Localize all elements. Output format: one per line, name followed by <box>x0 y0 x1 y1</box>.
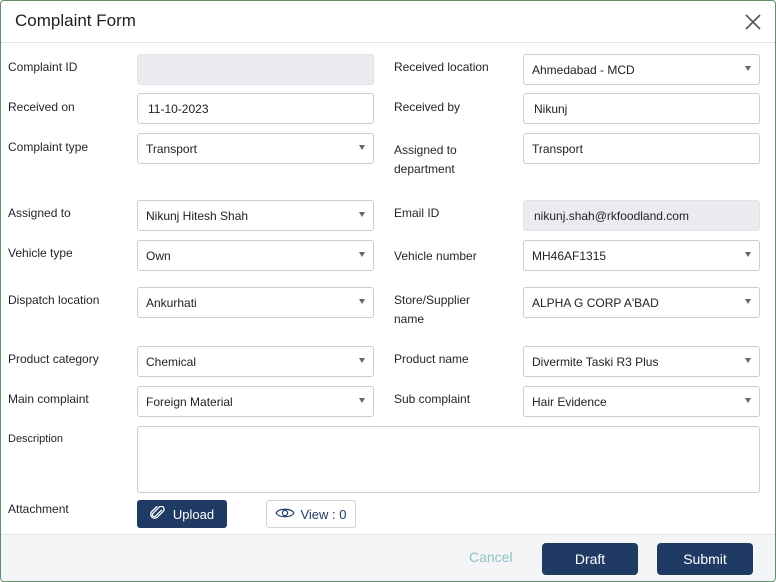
view-button-label: View : 0 <box>300 506 347 522</box>
chevron-down-icon <box>359 358 365 363</box>
upload-button[interactable]: Upload <box>137 500 227 528</box>
assigned-department-label-line2: department <box>394 162 455 176</box>
paperclip-icon <box>150 505 166 523</box>
vehicle-number-select[interactable]: MH46AF1315 <box>523 240 760 271</box>
chevron-down-icon <box>359 398 365 403</box>
product-name-select[interactable]: Divermite Taski R3 Plus <box>523 346 760 377</box>
vehicle-number-label: Vehicle number <box>394 249 477 263</box>
complaint-id-label: Complaint ID <box>8 60 78 74</box>
description-label: Description <box>8 433 64 445</box>
vehicle-number-value: MH46AF1315 <box>532 248 607 263</box>
email-id-label: Email ID <box>394 206 440 220</box>
chevron-down-icon <box>745 252 751 257</box>
chevron-down-icon <box>745 398 751 403</box>
upload-button-label: Upload <box>172 506 215 522</box>
chevron-down-icon <box>745 358 751 363</box>
chevron-down-icon <box>745 299 751 304</box>
close-icon[interactable] <box>743 12 763 32</box>
sub-complaint-value: Hair Evidence <box>532 394 607 409</box>
complaint-id-field <box>137 54 374 85</box>
dialog-header: Complaint Form <box>1 1 775 43</box>
store-supplier-select[interactable]: ALPHA G CORP A'BAD <box>523 287 760 318</box>
complaint-type-label: Complaint type <box>8 140 89 154</box>
received-location-select[interactable]: Ahmedabad - MCD <box>523 54 760 85</box>
chevron-down-icon <box>359 212 365 217</box>
complaint-type-select[interactable]: Transport <box>137 133 374 164</box>
product-name-value: Divermite Taski R3 Plus <box>532 354 659 369</box>
received-on-label: Received on <box>8 100 75 114</box>
received-by-input[interactable]: Nikunj <box>523 93 760 124</box>
assigned-to-value: Nikunj Hitesh Shah <box>146 208 249 223</box>
received-on-input[interactable]: 11-10-2023 <box>137 93 374 124</box>
assigned-department-input[interactable]: Transport <box>523 133 760 164</box>
dialog-footer: Cancel Draft Submit <box>1 534 775 581</box>
cancel-button[interactable]: Cancel <box>469 549 513 565</box>
chevron-down-icon <box>359 252 365 257</box>
vehicle-type-label: Vehicle type <box>8 246 73 260</box>
received-location-label: Received location <box>394 60 489 74</box>
complaint-type-value: Transport <box>146 141 197 156</box>
email-id-value: nikunj.shah@rkfoodland.com <box>534 208 689 223</box>
assigned-department-value: Transport <box>532 141 583 156</box>
store-supplier-label-line1: Store/Supplier <box>394 293 471 307</box>
sub-complaint-label: Sub complaint <box>394 392 471 406</box>
chevron-down-icon <box>745 66 751 71</box>
main-complaint-select[interactable]: Foreign Material <box>137 386 374 417</box>
assigned-department-label-line1: Assigned to <box>394 143 457 157</box>
received-by-value: Nikunj <box>534 101 568 116</box>
main-complaint-label: Main complaint <box>8 392 89 406</box>
eye-icon <box>275 507 296 522</box>
store-supplier-label-line2: name <box>394 312 425 326</box>
received-location-value: Ahmedabad - MCD <box>532 62 635 77</box>
description-textarea[interactable] <box>137 426 760 493</box>
email-id-field: nikunj.shah@rkfoodland.com <box>523 200 760 231</box>
product-category-value: Chemical <box>146 354 197 369</box>
vehicle-type-value: Own <box>146 248 171 263</box>
draft-button[interactable]: Draft <box>542 543 638 575</box>
submit-button-label: Submit <box>683 551 727 567</box>
dispatch-location-value: Ankurhati <box>146 295 197 310</box>
assigned-to-select[interactable]: Nikunj Hitesh Shah <box>137 200 374 231</box>
attachment-label: Attachment <box>8 502 69 516</box>
dispatch-location-label: Dispatch location <box>8 293 100 307</box>
dialog-title: Complaint Form <box>15 11 136 30</box>
complaint-form-dialog: Complaint Form Complaint ID Received loc… <box>0 0 776 582</box>
chevron-down-icon <box>359 145 365 150</box>
submit-button[interactable]: Submit <box>657 543 753 575</box>
view-attachments-button[interactable]: View : 0 <box>266 500 356 528</box>
vehicle-type-select[interactable]: Own <box>137 240 374 271</box>
received-on-value: 11-10-2023 <box>148 101 209 116</box>
sub-complaint-select[interactable]: Hair Evidence <box>523 386 760 417</box>
assigned-to-label: Assigned to <box>8 206 71 220</box>
received-by-label: Received by <box>394 100 461 114</box>
draft-button-label: Draft <box>574 551 606 567</box>
product-category-label: Product category <box>8 352 99 366</box>
chevron-down-icon <box>359 299 365 304</box>
store-supplier-value: ALPHA G CORP A'BAD <box>532 295 659 310</box>
product-category-select[interactable]: Chemical <box>137 346 374 377</box>
main-complaint-value: Foreign Material <box>146 394 233 409</box>
product-name-label: Product name <box>394 352 469 366</box>
dispatch-location-select[interactable]: Ankurhati <box>137 287 374 318</box>
